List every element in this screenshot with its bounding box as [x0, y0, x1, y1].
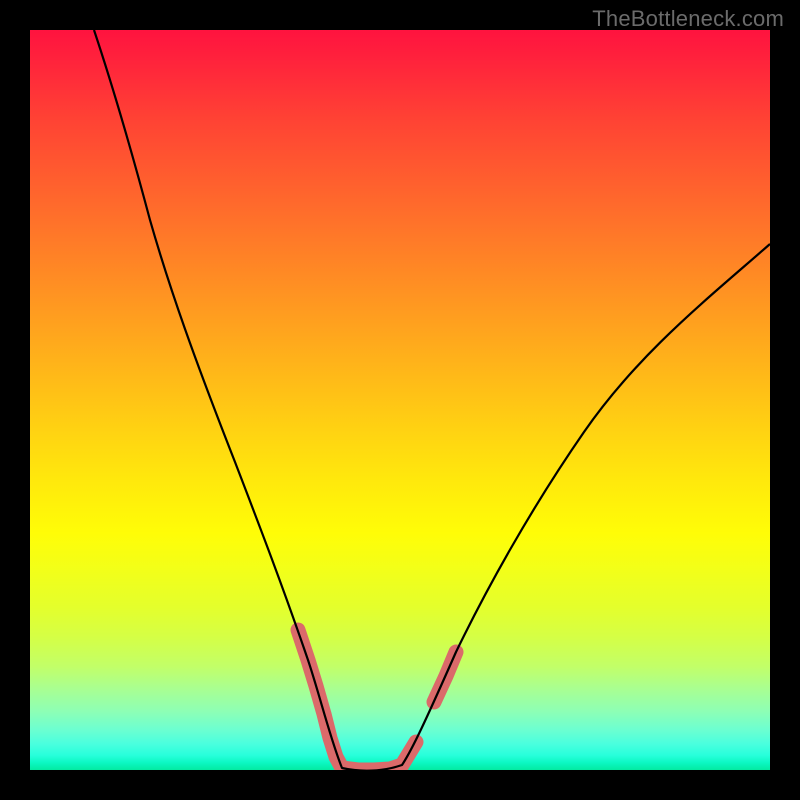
- watermark-text: TheBottleneck.com: [592, 6, 784, 32]
- curve-layer: [30, 30, 770, 770]
- frame: TheBottleneck.com: [0, 0, 800, 800]
- plot-area: [30, 30, 770, 770]
- pink-overlay-left: [298, 630, 416, 770]
- bottleneck-curve: [94, 30, 770, 770]
